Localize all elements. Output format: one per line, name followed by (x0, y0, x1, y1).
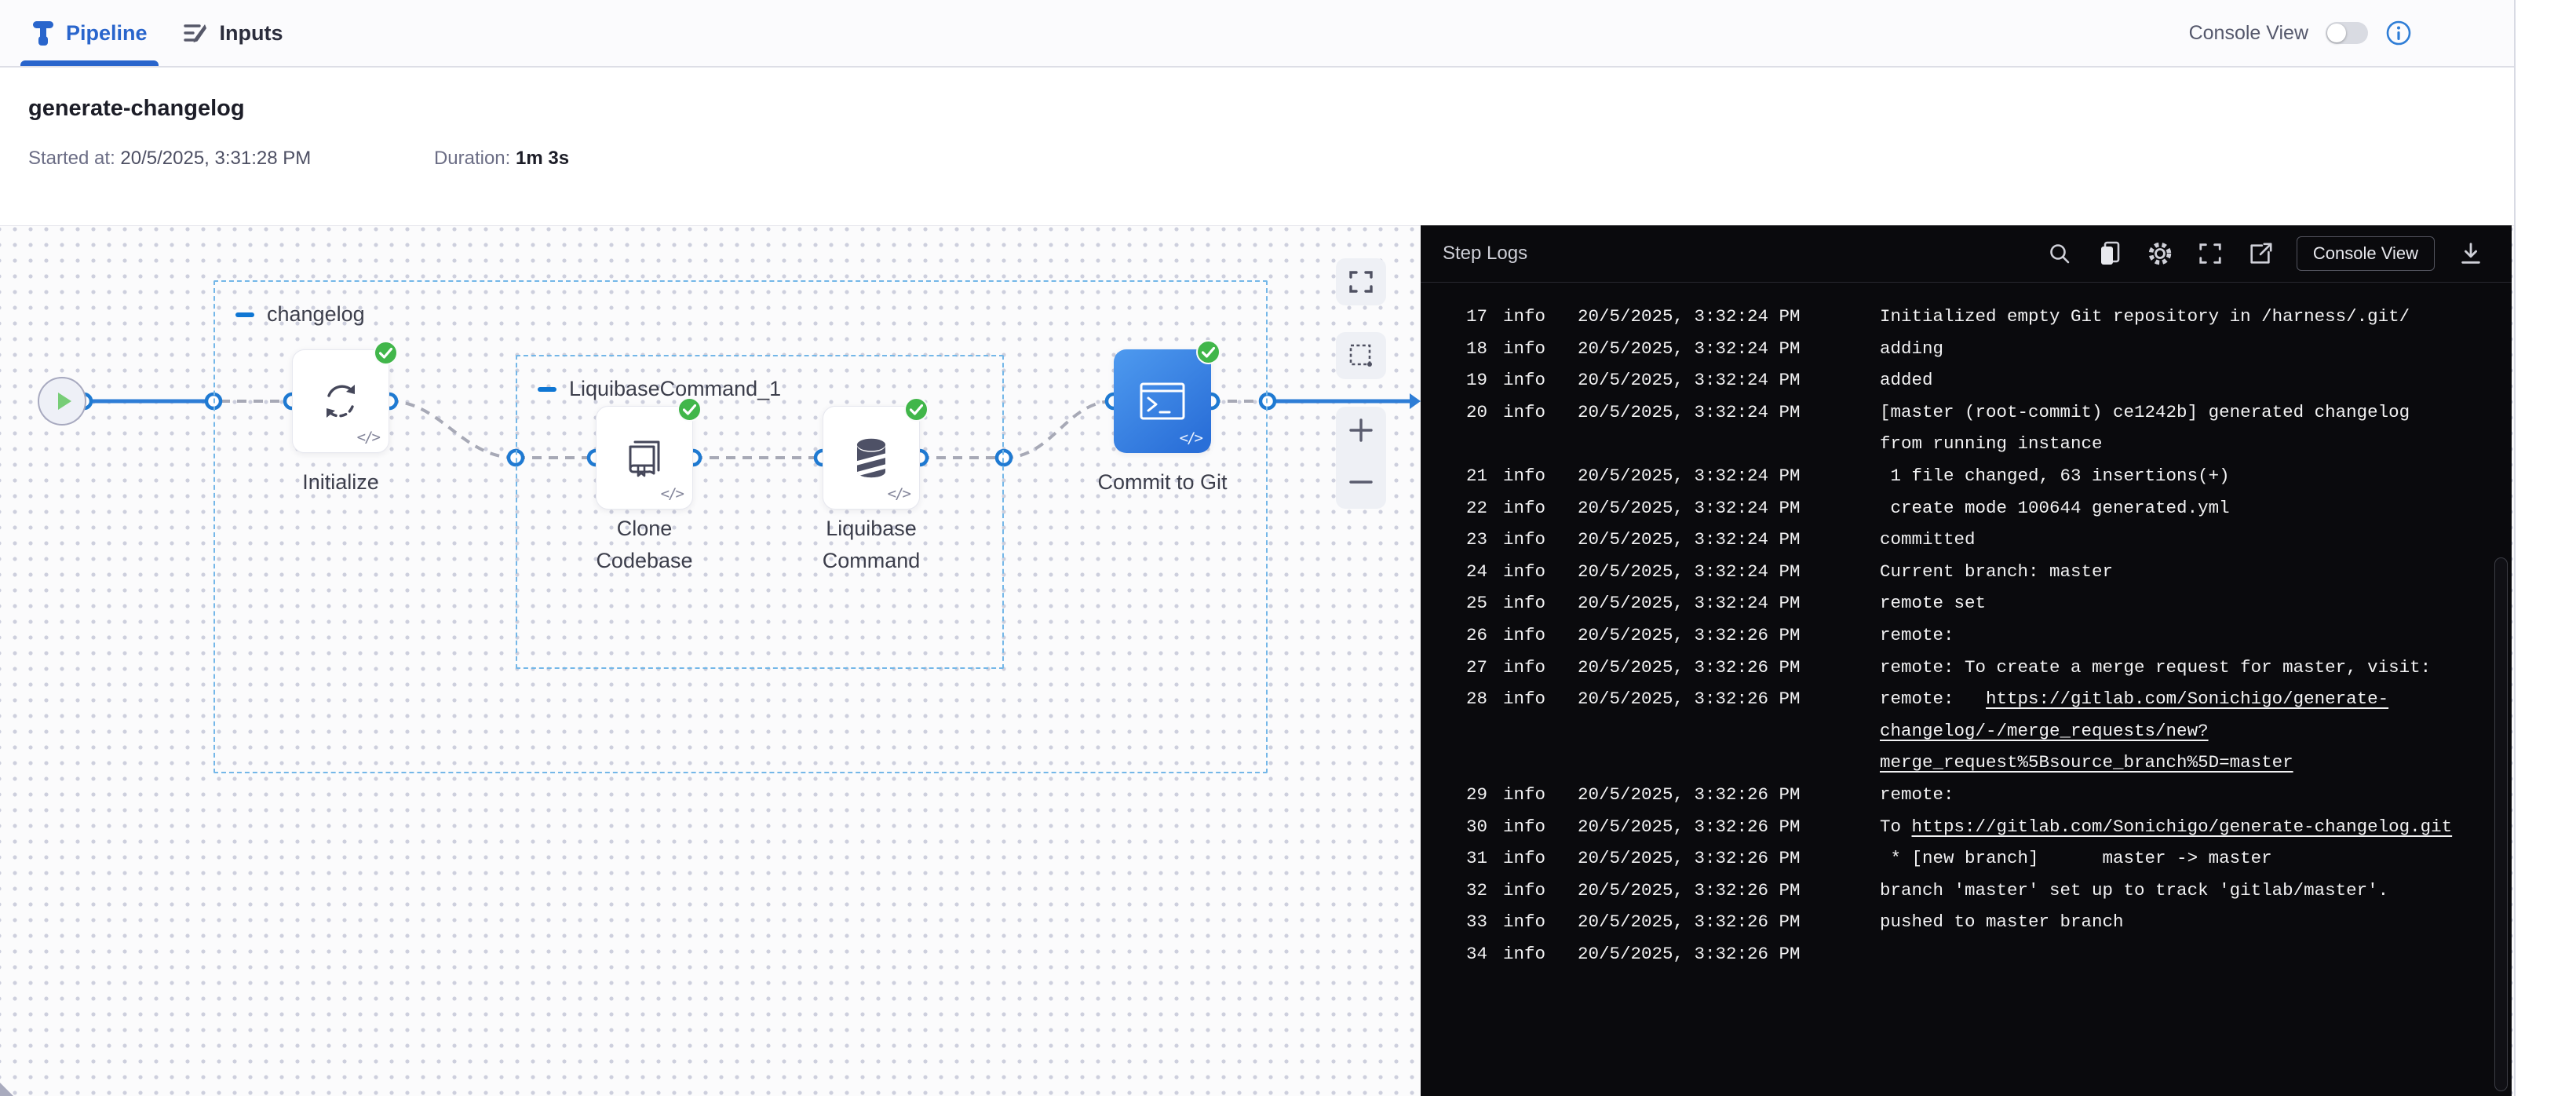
zoom-out-button[interactable] (1336, 458, 1386, 506)
log-row: 30info20/5/2025, 3:32:26 PMTo https://gi… (1421, 811, 2512, 843)
tab-pipeline-label: Pipeline (66, 21, 148, 46)
tab-pipeline[interactable]: Pipeline (28, 0, 151, 66)
top-tab-bar: Pipeline Inputs Console View (0, 0, 2514, 68)
node-liquibase-command[interactable]: </> (823, 406, 920, 510)
log-row: 23info20/5/2025, 3:32:24 PMcommitted (1421, 524, 2512, 556)
search-icon (2048, 242, 2071, 265)
play-icon (58, 393, 71, 410)
log-row: 26info20/5/2025, 3:32:26 PMremote: (1421, 619, 2512, 652)
started-at-label: Started at: (28, 148, 115, 169)
log-search-button[interactable] (2039, 235, 2080, 272)
stage-group-label[interactable]: changelog (267, 302, 365, 327)
status-success-badge (374, 341, 398, 365)
right-rail (2514, 0, 2576, 1096)
node-initialize-label: Initialize (262, 466, 419, 499)
console-view-toggle[interactable] (2326, 22, 2368, 44)
step-logs-title: Step Logs (1443, 243, 1527, 265)
node-commit-to-git[interactable]: </> (1114, 349, 1211, 453)
log-row: 25info20/5/2025, 3:32:24 PMremote set (1421, 587, 2512, 619)
fullscreen-icon (2198, 241, 2223, 266)
log-row: 33info20/5/2025, 3:32:26 PMpushed to mas… (1421, 906, 2512, 938)
console-view-label: Console View (2189, 22, 2308, 45)
log-row: 21info20/5/2025, 3:32:24 PM 1 file chang… (1421, 460, 2512, 492)
node-commit-to-git-label: Commit to Git (1068, 466, 1257, 499)
log-output: 17info20/5/2025, 3:32:24 PMInitialized e… (1421, 283, 2512, 1096)
toggle-knob (2327, 24, 2346, 42)
log-row: 22info20/5/2025, 3:32:24 PM create mode … (1421, 492, 2512, 524)
fit-view-icon (1348, 269, 1374, 295)
external-link-icon (2248, 241, 2273, 266)
download-icon (2458, 241, 2483, 266)
log-link[interactable]: merge_request%5Bsource_branch%5D=master (1880, 752, 2293, 773)
log-link[interactable]: https://gitlab.com/Sonichigo/generate-ch… (1912, 817, 2453, 837)
collapse-stepgroup-icon[interactable] (538, 387, 556, 392)
node-clone-codebase[interactable]: </> (596, 406, 693, 510)
inputs-icon (182, 20, 209, 46)
code-icon: </> (357, 429, 379, 446)
liquibase-icon (847, 433, 896, 482)
log-row: 20info20/5/2025, 3:32:24 PM[master (root… (1421, 396, 2512, 429)
info-icon[interactable] (2385, 20, 2412, 46)
terminal-icon (1138, 380, 1187, 422)
log-row: 31info20/5/2025, 3:32:26 PM * [new branc… (1421, 842, 2512, 875)
pipeline-execution-page: Pipeline Inputs Console View generate-ch… (0, 0, 2576, 1096)
step-group-label[interactable]: LiquibaseCommand_1 (569, 377, 781, 401)
log-open-in-new-button[interactable] (2240, 235, 2281, 272)
log-link[interactable]: https://gitlab.com/Sonichigo/generate- (1986, 689, 2388, 709)
log-link[interactable]: changelog/-/merge_requests/new? (1880, 721, 2209, 741)
code-icon: </> (888, 485, 910, 502)
log-row: 17info20/5/2025, 3:32:24 PMInitialized e… (1421, 301, 2512, 333)
pipeline-start-node[interactable] (38, 377, 86, 426)
log-download-button[interactable] (2450, 235, 2491, 272)
log-row: merge_request%5Bsource_branch%5D=master (1421, 747, 2512, 779)
log-row: 19info20/5/2025, 3:32:24 PMadded (1421, 364, 2512, 396)
step-group-liquibasecommand: LiquibaseCommand_1 (516, 355, 1004, 669)
gear-icon (2146, 239, 2174, 268)
status-success-badge (904, 397, 929, 422)
node-initialize[interactable]: </> (292, 349, 389, 453)
log-row: 34info20/5/2025, 3:32:26 PM (1421, 938, 2512, 970)
log-copy-button[interactable] (2089, 235, 2130, 272)
canvas-zoom-controls (1336, 407, 1386, 509)
log-row: 27info20/5/2025, 3:32:26 PMremote: To cr… (1421, 652, 2512, 684)
log-scrollbar-thumb[interactable] (2494, 557, 2508, 1091)
started-at-value: 20/5/2025, 3:31:28 PM (120, 148, 311, 169)
clone-codebase-icon (622, 435, 666, 480)
marquee-select-icon (1347, 342, 1375, 370)
copy-icon (2098, 240, 2122, 267)
pipeline-icon (31, 19, 55, 47)
log-row: 28info20/5/2025, 3:32:26 PMremote: https… (1421, 683, 2512, 715)
status-success-badge (677, 397, 702, 422)
log-row: 18info20/5/2025, 3:32:24 PMadding (1421, 333, 2512, 365)
zoom-in-button[interactable] (1336, 407, 1386, 454)
collapse-stage-icon[interactable] (235, 312, 254, 317)
node-clone-codebase-label: Clone Codebase (586, 513, 703, 577)
sync-icon (318, 378, 363, 424)
log-console-view-button[interactable]: Console View (2297, 236, 2435, 271)
step-logs-panel: Step Logs (1421, 225, 2512, 1096)
status-success-badge (1196, 340, 1220, 364)
log-row: 24info20/5/2025, 3:32:24 PMCurrent branc… (1421, 556, 2512, 588)
node-liquibase-command-label: Liquibase Command (808, 513, 934, 577)
tab-inputs[interactable]: Inputs (179, 0, 286, 66)
duration-label: Duration: (434, 148, 510, 169)
log-row: 29info20/5/2025, 3:32:26 PMremote: (1421, 779, 2512, 811)
duration-value: 1m 3s (516, 148, 569, 169)
log-settings-button[interactable] (2140, 235, 2180, 272)
code-icon: </> (1180, 429, 1202, 447)
log-row: changelog/-/merge_requests/new? (1421, 715, 2512, 747)
step-logs-header: Step Logs (1421, 225, 2512, 283)
run-header: generate-changelog Started at: 20/5/2025… (0, 69, 2514, 225)
log-row: 32info20/5/2025, 3:32:26 PMbranch 'maste… (1421, 875, 2512, 907)
log-fullscreen-button[interactable] (2190, 235, 2231, 272)
page-title: generate-changelog (28, 96, 245, 122)
canvas-fit-view-button[interactable] (1336, 258, 1386, 305)
run-meta: Started at: 20/5/2025, 3:31:28 PM Durati… (28, 148, 569, 170)
canvas-select-button[interactable] (1336, 332, 1386, 379)
code-icon: </> (661, 485, 683, 502)
tab-inputs-label: Inputs (220, 21, 283, 46)
log-row: from running instance (1421, 428, 2512, 460)
